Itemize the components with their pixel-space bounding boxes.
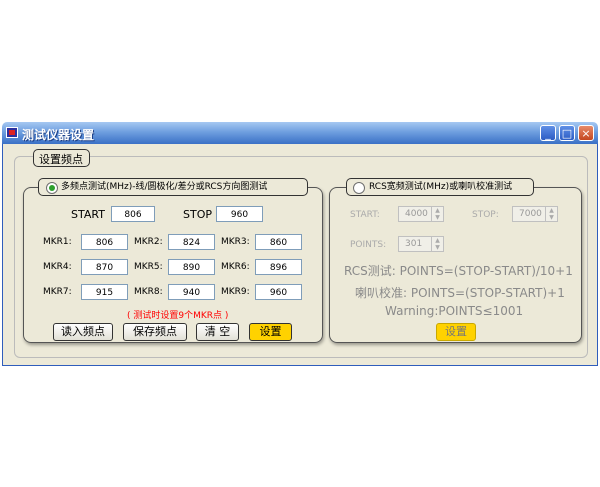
mkr2-input[interactable]: 824	[168, 234, 215, 250]
clear-button[interactable]: 清 空	[196, 323, 239, 341]
rcs-points-spinner[interactable]: 301 ▲ ▼	[398, 236, 444, 252]
mkr9-label: MKR9:	[221, 287, 250, 297]
multi-frequency-radio[interactable]	[46, 182, 58, 194]
read-frequencies-button[interactable]: 读入频点	[53, 323, 113, 341]
maximize-button[interactable]: □	[559, 125, 575, 141]
rcs-stop-value: 7000	[519, 209, 542, 219]
rcs-stop-spinner[interactable]: 7000 ▲ ▼	[512, 206, 558, 222]
rcs-wideband-radio[interactable]	[353, 182, 365, 194]
mkr2-label: MKR2:	[134, 237, 163, 247]
multi-frequency-radio-label[interactable]: 多频点测试(MHz)-线/圆极化/差分或RCS方向图测试	[38, 178, 308, 196]
mkr7-input[interactable]: 915	[81, 284, 128, 300]
mkr6-label: MKR6:	[221, 262, 250, 272]
window-title: 测试仪器设置	[22, 128, 95, 142]
rcs-start-spinner[interactable]: 4000 ▲ ▼	[398, 206, 444, 222]
mkr5-label: MKR5:	[134, 262, 163, 272]
title-bar[interactable]: 测试仪器设置 _ □ ×	[2, 122, 598, 144]
mkr5-input[interactable]: 890	[168, 259, 215, 275]
app-icon	[6, 127, 18, 138]
mkr-warning-text: ( 测试时设置9个MKR点 )	[127, 311, 229, 321]
mkr9-input[interactable]: 960	[255, 284, 302, 300]
points-warning-text: Warning:POINTS≤1001	[385, 304, 524, 318]
save-frequencies-button[interactable]: 保存频点	[123, 323, 187, 341]
group-title: 设置频点	[33, 149, 90, 167]
stop-input[interactable]: 960	[216, 206, 263, 222]
spinner-arrows-icon[interactable]: ▲ ▼	[431, 207, 443, 221]
mkr8-input[interactable]: 940	[168, 284, 215, 300]
client-area: 设置频点 多频点测试(MHz)-线/圆极化/差分或RCS方向图测试 START …	[2, 144, 598, 366]
stop-label: STOP	[183, 208, 212, 221]
horn-formula-text: 喇叭校准: POINTS=(STOP-START)+1	[355, 286, 565, 300]
rcs-wideband-radio-label[interactable]: RCS宽频测试(MHz)或喇叭校准测试	[346, 178, 534, 196]
mkr4-input[interactable]: 870	[81, 259, 128, 275]
rcs-start-value: 4000	[405, 209, 428, 219]
left-set-button[interactable]: 设置	[249, 323, 292, 341]
close-button[interactable]: ×	[578, 125, 594, 141]
rcs-start-label: START:	[350, 210, 380, 220]
mkr4-label: MKR4:	[43, 262, 72, 272]
main-window: 测试仪器设置 _ □ × 设置频点 多频点测试(MHz)-线/圆极化/差分或RC…	[2, 122, 598, 366]
mkr6-input[interactable]: 896	[255, 259, 302, 275]
mkr1-label: MKR1:	[43, 237, 72, 247]
mkr7-label: MKR7:	[43, 287, 72, 297]
rcs-points-label: POINTS:	[350, 240, 387, 250]
mkr3-input[interactable]: 860	[255, 234, 302, 250]
minimize-button[interactable]: _	[540, 125, 556, 141]
start-input[interactable]: 806	[111, 206, 155, 222]
rcs-points-value: 301	[405, 239, 423, 249]
mkr1-input[interactable]: 806	[81, 234, 128, 250]
start-label: START	[71, 208, 105, 221]
spinner-arrows-icon[interactable]: ▲ ▼	[545, 207, 557, 221]
spinner-arrows-icon[interactable]: ▲ ▼	[431, 237, 443, 251]
mkr8-label: MKR8:	[134, 287, 163, 297]
right-set-button[interactable]: 设置	[436, 323, 476, 341]
rcs-stop-label: STOP:	[472, 210, 499, 220]
mkr3-label: MKR3:	[221, 237, 250, 247]
rcs-formula-text: RCS测试: POINTS=(STOP-START)/10+1	[344, 264, 573, 278]
